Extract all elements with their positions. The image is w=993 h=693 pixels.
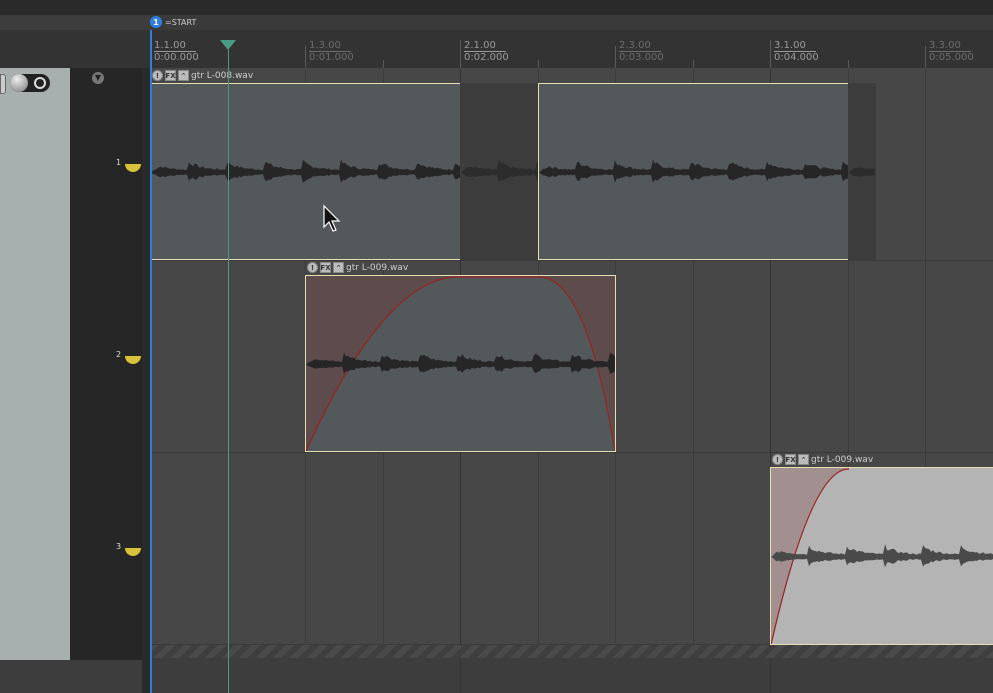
marker-lane[interactable] <box>150 15 993 30</box>
divider <box>142 68 150 693</box>
time-label: 0:03.000 <box>619 52 664 63</box>
envelope-icon[interactable]: ⌃ <box>333 262 344 273</box>
ruler-tick <box>305 46 306 68</box>
button-edge[interactable] <box>0 74 6 94</box>
time-label: 0:01.000 <box>309 52 354 63</box>
time-label: 0:04.000 <box>774 52 819 63</box>
play-start-line <box>150 30 152 693</box>
envelope-icon[interactable]: ⌃ <box>178 70 189 81</box>
item-name: gtr L-008.wav <box>191 70 254 81</box>
track-number: 1 <box>116 158 122 167</box>
item-lock-icon[interactable]: ! <box>152 70 163 81</box>
item-header[interactable]: ! FX ⌃ gtr L-008.wav <box>150 68 253 83</box>
ruler-tick <box>847 60 849 68</box>
ruler-tick <box>537 60 539 68</box>
envelope-icon[interactable]: ⌃ <box>798 454 809 465</box>
mouse-pointer-icon <box>323 204 341 232</box>
bar-label: 1.3.00 <box>309 40 351 52</box>
ruler-tick <box>460 40 461 68</box>
ruler-tick <box>615 46 616 68</box>
ruler-label: 3.1.00 0:04.000 <box>774 40 819 63</box>
time-label: 0:00.000 <box>154 52 199 63</box>
item-name: gtr L-009.wav <box>811 454 874 465</box>
time-label: 0:05.000 <box>929 52 974 63</box>
item-fx-button[interactable]: FX <box>165 70 176 81</box>
bar-label: 2.3.00 <box>619 40 661 52</box>
empty-track-area <box>150 645 993 658</box>
bar-label: 3.1.00 <box>774 40 816 52</box>
time-label: 0:02.000 <box>464 52 509 63</box>
ruler-label: 2.3.00 0:03.000 <box>619 40 664 63</box>
item-fx-button[interactable]: FX <box>320 262 331 273</box>
edit-cursor[interactable] <box>228 50 229 693</box>
audio-item-faded[interactable] <box>305 275 616 452</box>
track-number: 3 <box>116 542 122 551</box>
audio-item-selected[interactable] <box>770 467 993 645</box>
knob-icon <box>10 74 28 92</box>
track-number-column <box>70 68 142 660</box>
audio-item[interactable] <box>150 83 461 260</box>
item-header[interactable]: ! FX ⌃ gtr L-009.wav <box>305 260 408 275</box>
audio-item-hidden-section[interactable] <box>460 83 539 260</box>
marker-1[interactable]: 1 =START <box>150 16 196 28</box>
item-header[interactable]: ! FX ⌃ gtr L-009.wav <box>770 452 873 467</box>
audio-item[interactable] <box>538 83 849 260</box>
item-lock-icon[interactable]: ! <box>772 454 783 465</box>
toolbar-strip <box>0 0 993 15</box>
audio-item-hidden-section[interactable] <box>848 83 876 260</box>
item-lock-icon[interactable]: ! <box>307 262 318 273</box>
bar-label: 2.1.00 <box>464 40 506 52</box>
marker-label: =START <box>165 17 197 27</box>
ruler-label: 1.3.00 0:01.000 <box>309 40 354 63</box>
ruler-tick <box>382 60 384 68</box>
ruler-tick <box>770 40 771 68</box>
volume-knob[interactable] <box>10 74 50 92</box>
ruler-label: 3.3.00 0:05.000 <box>929 40 974 63</box>
pan-ring-icon <box>34 77 46 89</box>
bar-label: 3.3.00 <box>929 40 971 52</box>
dropdown-icon[interactable]: ▼ <box>92 72 104 84</box>
ruler-label: 1.1.00 0:00.000 <box>154 40 199 63</box>
edit-cursor-handle-icon[interactable] <box>220 40 236 50</box>
ruler-tick <box>925 46 926 68</box>
ruler-label: 2.1.00 0:02.000 <box>464 40 509 63</box>
item-fx-button[interactable]: FX <box>785 454 796 465</box>
item-name: gtr L-009.wav <box>346 262 409 273</box>
track-control-panel <box>0 68 70 660</box>
track-number: 2 <box>116 350 122 359</box>
ruler-tick <box>692 60 694 68</box>
bar-label: 1.1.00 <box>154 40 196 52</box>
marker-number: 1 <box>150 16 162 28</box>
